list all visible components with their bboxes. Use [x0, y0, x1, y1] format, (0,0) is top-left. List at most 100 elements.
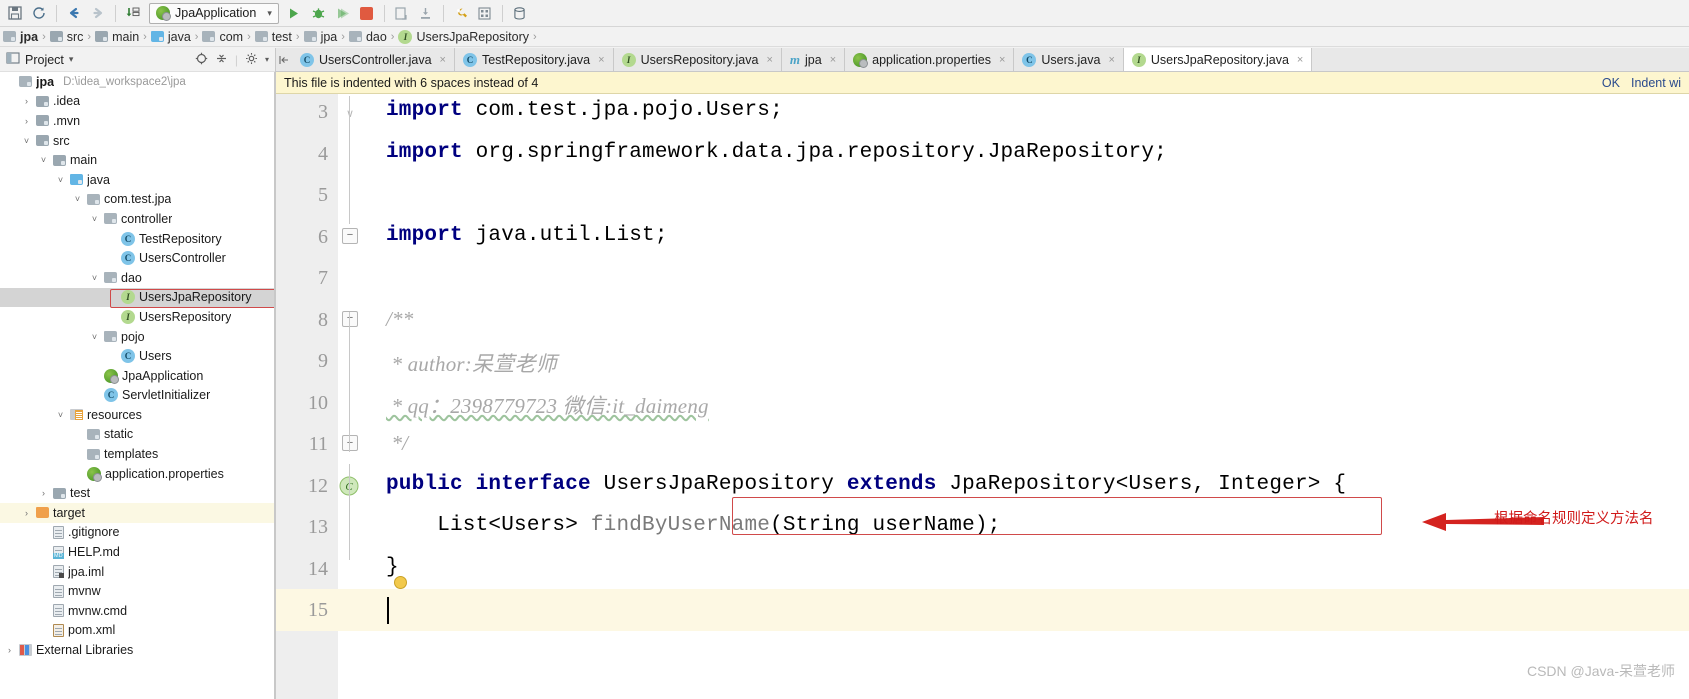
editor-tab-testrepository-java[interactable]: C TestRepository.java ×: [454, 48, 614, 71]
code-line[interactable]: [276, 548, 1689, 590]
tree-item-usersjparepository[interactable]: I UsersJpaRepository: [0, 287, 274, 308]
tree-item-testrepository[interactable]: C TestRepository: [0, 229, 274, 249]
code-line[interactable]: [276, 257, 1689, 299]
banner-ok-button[interactable]: OK: [1602, 76, 1620, 90]
chevron-down-icon[interactable]: ˅: [38, 155, 49, 165]
close-icon[interactable]: ×: [830, 54, 836, 66]
chevron-right-icon[interactable]: ›: [4, 645, 15, 655]
tree-item-usersrepository[interactable]: I UsersRepository: [0, 307, 274, 327]
tree-item-users[interactable]: C Users: [0, 346, 274, 366]
chevron-down-icon[interactable]: ˅: [89, 273, 100, 283]
breadcrumb-item-src[interactable]: src: [47, 30, 87, 44]
code-area[interactable]: 3 import com.test.jpa.pojo.Users; ∨ 4 import…: [276, 94, 1689, 699]
tree-item-dao[interactable]: ˅ dao: [0, 268, 274, 288]
tree-item--gitignore[interactable]: .gitignore: [0, 523, 274, 543]
tree-item-application-properties[interactable]: application.properties: [0, 464, 274, 484]
editor-tab-usersrepository-java[interactable]: I UsersRepository.java ×: [613, 48, 782, 71]
tree-item-pojo[interactable]: ˅ pojo: [0, 327, 274, 347]
project-structure-icon[interactable]: [474, 3, 496, 24]
breadcrumb-item-main[interactable]: main: [92, 30, 142, 44]
code-editor[interactable]: 3 import com.test.jpa.pojo.Users; ∨ 4 import…: [276, 94, 1689, 699]
commit-icon[interactable]: [415, 3, 437, 24]
breadcrumb-item-test[interactable]: test: [252, 30, 295, 44]
gear-chevron-icon[interactable]: ▾: [265, 55, 269, 64]
collapse-all-icon[interactable]: [215, 52, 228, 68]
chevron-down-icon[interactable]: ˅: [55, 410, 66, 420]
stop-button[interactable]: [356, 3, 378, 24]
tree-item-static[interactable]: static: [0, 425, 274, 445]
project-view-chevron-down-icon[interactable]: ▾: [69, 54, 74, 65]
breadcrumb-item-jpa[interactable]: jpa: [0, 30, 41, 44]
pin-tabs-icon[interactable]: [276, 48, 292, 71]
tree-item-resources[interactable]: ˅ resources: [0, 405, 274, 425]
breadcrumb-item-java[interactable]: java: [148, 30, 194, 44]
settings-wrench-icon[interactable]: [450, 3, 472, 24]
chevron-down-icon[interactable]: ▾: [267, 8, 272, 19]
code-line[interactable]: [276, 174, 1689, 216]
chevron-right-icon[interactable]: ›: [21, 116, 32, 126]
debug-button[interactable]: [308, 3, 330, 24]
close-icon[interactable]: ×: [1297, 54, 1303, 66]
tree-item-userscontroller[interactable]: C UsersController: [0, 248, 274, 268]
fold-collapse-icon[interactable]: −: [342, 435, 358, 451]
breadcrumb-item-jpa[interactable]: jpa: [301, 30, 341, 44]
tree-item-main[interactable]: ˅ main: [0, 150, 274, 170]
tree-item--mvn[interactable]: › .mvn: [0, 111, 274, 131]
compile-icon[interactable]: [122, 3, 144, 24]
close-icon[interactable]: ×: [440, 54, 446, 66]
tree-item-servletinitializer[interactable]: C ServletInitializer: [0, 386, 274, 406]
chevron-right-icon[interactable]: ›: [38, 488, 49, 498]
tree-item-mvnw-cmd[interactable]: mvnw.cmd: [0, 601, 274, 621]
editor-tab-jpa[interactable]: m jpa ×: [781, 48, 846, 71]
tree-item-java[interactable]: ˅ java: [0, 170, 274, 190]
tree-item-pom-xml[interactable]: pom.xml: [0, 621, 274, 641]
chevron-down-icon[interactable]: ˅: [55, 175, 66, 185]
tree-item-target[interactable]: › target: [0, 503, 274, 523]
fold-collapse-icon[interactable]: −: [342, 227, 358, 244]
gear-icon[interactable]: [245, 52, 258, 68]
back-icon[interactable]: [63, 3, 85, 24]
chevron-down-icon[interactable]: ˅: [21, 136, 32, 146]
close-icon[interactable]: ×: [598, 54, 604, 66]
sync-icon[interactable]: [28, 3, 50, 24]
tree-item-help-md[interactable]: HELP.md: [0, 542, 274, 562]
database-icon[interactable]: [509, 3, 531, 24]
breadcrumb-item-dao[interactable]: dao: [346, 30, 390, 44]
code-line[interactable]: [276, 423, 1689, 465]
editor-tab-application-properties[interactable]: application.properties ×: [845, 48, 1015, 71]
forward-icon[interactable]: [87, 3, 109, 24]
close-icon[interactable]: ×: [1108, 54, 1114, 66]
code-line[interactable]: [276, 589, 1689, 631]
chevron-right-icon[interactable]: ›: [21, 96, 32, 106]
chevron-down-icon[interactable]: ˅: [72, 194, 83, 204]
fold-expand-icon[interactable]: ∨: [342, 107, 358, 121]
chevron-right-icon[interactable]: ›: [21, 508, 32, 518]
breadcrumb-item-usersjparepository[interactable]: I UsersJpaRepository: [395, 29, 532, 44]
close-icon[interactable]: ×: [766, 54, 772, 66]
update-project-icon[interactable]: [391, 3, 413, 24]
run-button[interactable]: [284, 3, 306, 24]
code-line[interactable]: [276, 299, 1689, 341]
tree-item-mvnw[interactable]: mvnw: [0, 581, 274, 601]
editor-tab-userscontroller-java[interactable]: C UsersController.java ×: [292, 48, 455, 71]
locate-icon[interactable]: [195, 52, 208, 68]
banner-indent-button[interactable]: Indent wi: [1631, 76, 1681, 90]
save-all-icon[interactable]: [4, 3, 26, 24]
tree-item-src[interactable]: ˅ src: [0, 131, 274, 151]
tree-item-jpa-iml[interactable]: jpa.iml: [0, 562, 274, 582]
tree-item-external-libraries[interactable]: › External Libraries: [0, 640, 274, 660]
breadcrumb-item-com[interactable]: com: [199, 30, 246, 44]
chevron-down-icon[interactable]: ˅: [89, 332, 100, 342]
intention-bulb-icon[interactable]: [394, 575, 407, 589]
tree-item-templates[interactable]: templates: [0, 444, 274, 464]
run-configuration-selector[interactable]: JpaApplication ▾: [149, 2, 279, 24]
tree-item-test[interactable]: › test: [0, 483, 274, 503]
tree-item-com-test-jpa[interactable]: ˅ com.test.jpa: [0, 190, 274, 210]
chevron-down-icon[interactable]: ˅: [89, 214, 100, 224]
fold-collapse-icon[interactable]: −: [342, 310, 358, 327]
project-tree[interactable]: jpa D:\idea_workspace2\jpa › .idea › .mvn ˅ src…: [0, 72, 275, 699]
tree-item--idea[interactable]: › .idea: [0, 92, 274, 112]
close-icon[interactable]: ×: [999, 54, 1005, 66]
run-with-coverage-button[interactable]: [332, 3, 354, 24]
tree-item-jpa[interactable]: jpa D:\idea_workspace2\jpa: [0, 72, 274, 92]
